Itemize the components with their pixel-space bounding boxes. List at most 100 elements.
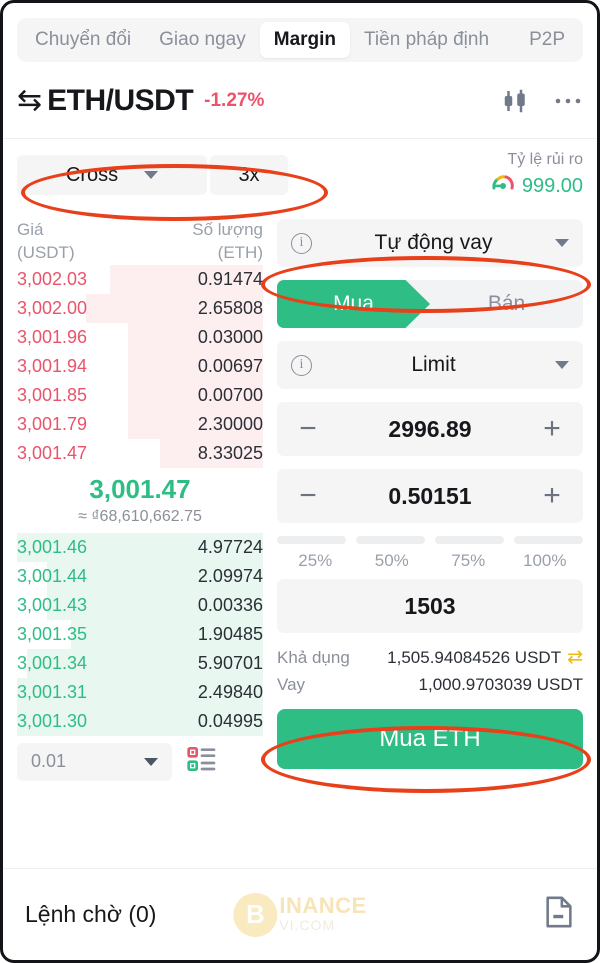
order-book-amount: 0.03000: [197, 326, 263, 347]
risk-ratio-block: Tỷ lệ rủi ro 999.00: [491, 150, 583, 201]
submit-buy-button[interactable]: Mua ETH: [277, 709, 583, 769]
percent-bar-25[interactable]: [277, 536, 346, 544]
order-book-row-ask[interactable]: 3,001.85 0.00700: [17, 380, 263, 410]
order-book-amount: 4.97724: [197, 536, 263, 557]
tab-giao-ngay[interactable]: Giao ngay: [145, 22, 260, 58]
order-book-row-ask[interactable]: 3,001.94 0.00697: [17, 351, 263, 381]
risk-ratio-label: Tỷ lệ rủi ro: [507, 150, 583, 168]
order-book-price: 3,001.85: [17, 384, 88, 405]
chevron-down-icon: [555, 239, 569, 247]
order-type-selector[interactable]: i Limit: [277, 341, 583, 389]
plus-icon[interactable]: +: [539, 481, 565, 511]
percent-label-50[interactable]: 50%: [354, 551, 431, 571]
tick-size-value: 0.01: [31, 751, 67, 772]
order-book-amount: 2.49840: [197, 681, 263, 702]
order-book-price: 3,001.30: [17, 710, 88, 731]
order-book-row-ask[interactable]: 3,001.79 2.30000: [17, 409, 263, 439]
order-book-amount: 8.33025: [197, 442, 263, 463]
order-book-amount: 0.91474: [197, 268, 263, 289]
tab-p2p[interactable]: P2P: [515, 22, 579, 58]
order-book-row-ask[interactable]: 3,001.96 0.03000: [17, 322, 263, 352]
chevron-down-icon: [144, 757, 158, 766]
order-book-price: 3,001.35: [17, 623, 88, 644]
margin-mode-label: Cross: [65, 163, 119, 186]
tab-chuyen-doi[interactable]: Chuyển đổi: [21, 22, 145, 58]
percent-bar-100[interactable]: [514, 536, 583, 544]
orderbook-layout-icon[interactable]: [186, 743, 218, 780]
col-price-label: Giá: [17, 220, 44, 239]
page-title[interactable]: ETH/USDT: [47, 84, 194, 118]
order-book-row-bid[interactable]: 3,001.43 0.00336: [17, 590, 263, 620]
ask-rows: 3,002.03 0.91474 3,002.00 2.65808 3,001.96 0.…: [17, 264, 263, 468]
minus-icon[interactable]: −: [295, 414, 321, 444]
mid-price-fiat: ≈ ₫68,610,662.75: [78, 507, 202, 525]
order-book-row-bid[interactable]: 3,001.44 2.09974: [17, 561, 263, 591]
order-book-row-bid[interactable]: 3,001.35 1.90485: [17, 619, 263, 649]
info-circle-icon[interactable]: i: [291, 354, 312, 376]
mid-price-block: 3,001.47 ≈ ₫68,610,662.75: [17, 468, 263, 533]
leverage-selector[interactable]: 3x: [210, 155, 288, 195]
pair-header: ⇆ ETH/USDT -1.27%: [17, 78, 583, 124]
percent-label-25[interactable]: 25%: [277, 551, 354, 571]
order-book-price: 3,002.03: [17, 268, 88, 289]
order-book-amount: 2.09974: [197, 565, 263, 586]
order-book-row-ask[interactable]: 3,002.03 0.91474: [17, 264, 263, 294]
plus-icon[interactable]: +: [539, 414, 565, 444]
borrow-mode-label: Tự động vay: [374, 231, 493, 254]
tick-size-selector[interactable]: 0.01: [17, 742, 172, 781]
watermark-logo-icon: B: [233, 892, 278, 937]
order-book-row-bid[interactable]: 3,001.30 0.04995: [17, 706, 263, 736]
percent-bar-50[interactable]: [356, 536, 425, 544]
order-book-amount: 0.00336: [197, 594, 263, 615]
percent-slider: 25% 50% 75% 100%: [277, 536, 583, 571]
buy-sell-toggle: Mua Bán: [277, 280, 583, 328]
document-icon[interactable]: [543, 895, 575, 934]
swap-arrows-icon[interactable]: ⇆: [17, 86, 42, 116]
price-input[interactable]: 2996.89: [321, 416, 539, 443]
order-book-amount: 0.00700: [197, 384, 263, 405]
order-book-amount: 2.65808: [197, 297, 263, 318]
chevron-down-icon: [555, 361, 569, 369]
borrow-balance-row: Vay 1,000.9703039 USDT: [277, 672, 583, 698]
order-type-label: Limit: [411, 353, 456, 376]
more-horizontal-icon[interactable]: [553, 96, 583, 106]
tab-buy[interactable]: Mua: [277, 280, 430, 328]
order-book-footer: 0.01: [17, 742, 263, 781]
order-book-price: 3,001.43: [17, 594, 88, 615]
amount-input[interactable]: 0.50151: [321, 483, 539, 510]
tab-sell[interactable]: Bán: [430, 280, 583, 328]
mid-price-value: 3,001.47: [89, 473, 191, 504]
margin-mode-selector[interactable]: Cross: [17, 155, 207, 195]
order-book-amount: 2.30000: [197, 413, 263, 434]
watermark-subtext: VI.COM: [279, 917, 336, 933]
price-stepper: − 2996.89 +: [277, 402, 583, 456]
info-circle-icon[interactable]: i: [291, 232, 312, 254]
minus-icon[interactable]: −: [295, 481, 321, 511]
borrow-mode-selector[interactable]: i Tự động vay: [277, 219, 583, 267]
total-input[interactable]: 1503: [277, 579, 583, 633]
order-book-price: 3,001.46: [17, 536, 88, 557]
order-book-row-bid[interactable]: 3,001.31 2.49840: [17, 677, 263, 707]
market-type-tabs: Chuyển đổi Giao ngay Margin Tiền pháp đị…: [17, 18, 583, 62]
percent-label-75[interactable]: 75%: [430, 551, 507, 571]
tab-tien-phap-dinh[interactable]: Tiền pháp định: [350, 22, 503, 58]
open-orders-title[interactable]: Lệnh chờ (0): [25, 901, 156, 928]
tab-margin[interactable]: Margin: [259, 22, 351, 58]
available-balance-row: Khả dụng 1,505.94084526 USDT ⇄: [277, 643, 583, 672]
order-book-row-bid[interactable]: 3,001.34 5.90701: [17, 648, 263, 678]
order-book-price: 3,001.94: [17, 355, 88, 376]
order-book-header: Giá (USDT) Số lượng (ETH): [17, 219, 263, 265]
col-price-unit: (USDT): [17, 242, 75, 262]
percent-bar-75[interactable]: [435, 536, 504, 544]
order-book-row-ask[interactable]: 3,001.47 8.33025: [17, 438, 263, 468]
footer-bar: Lệnh chờ (0) B INANCE VI.COM: [3, 868, 597, 960]
watermark-text: INANCE: [279, 893, 367, 919]
candlestick-chart-icon[interactable]: [501, 86, 531, 116]
order-book-row-bid[interactable]: 3,001.46 4.97724: [17, 532, 263, 562]
order-book-price: 3,001.44: [17, 565, 88, 586]
main-body: Giá (USDT) Số lượng (ETH) 3,002.03 0.9147…: [3, 211, 597, 781]
order-book-row-ask[interactable]: 3,002.00 2.65808: [17, 293, 263, 323]
percent-label-100[interactable]: 100%: [507, 551, 584, 571]
swap-arrows-icon[interactable]: ⇄: [567, 643, 583, 672]
order-book-price: 3,001.96: [17, 326, 88, 347]
